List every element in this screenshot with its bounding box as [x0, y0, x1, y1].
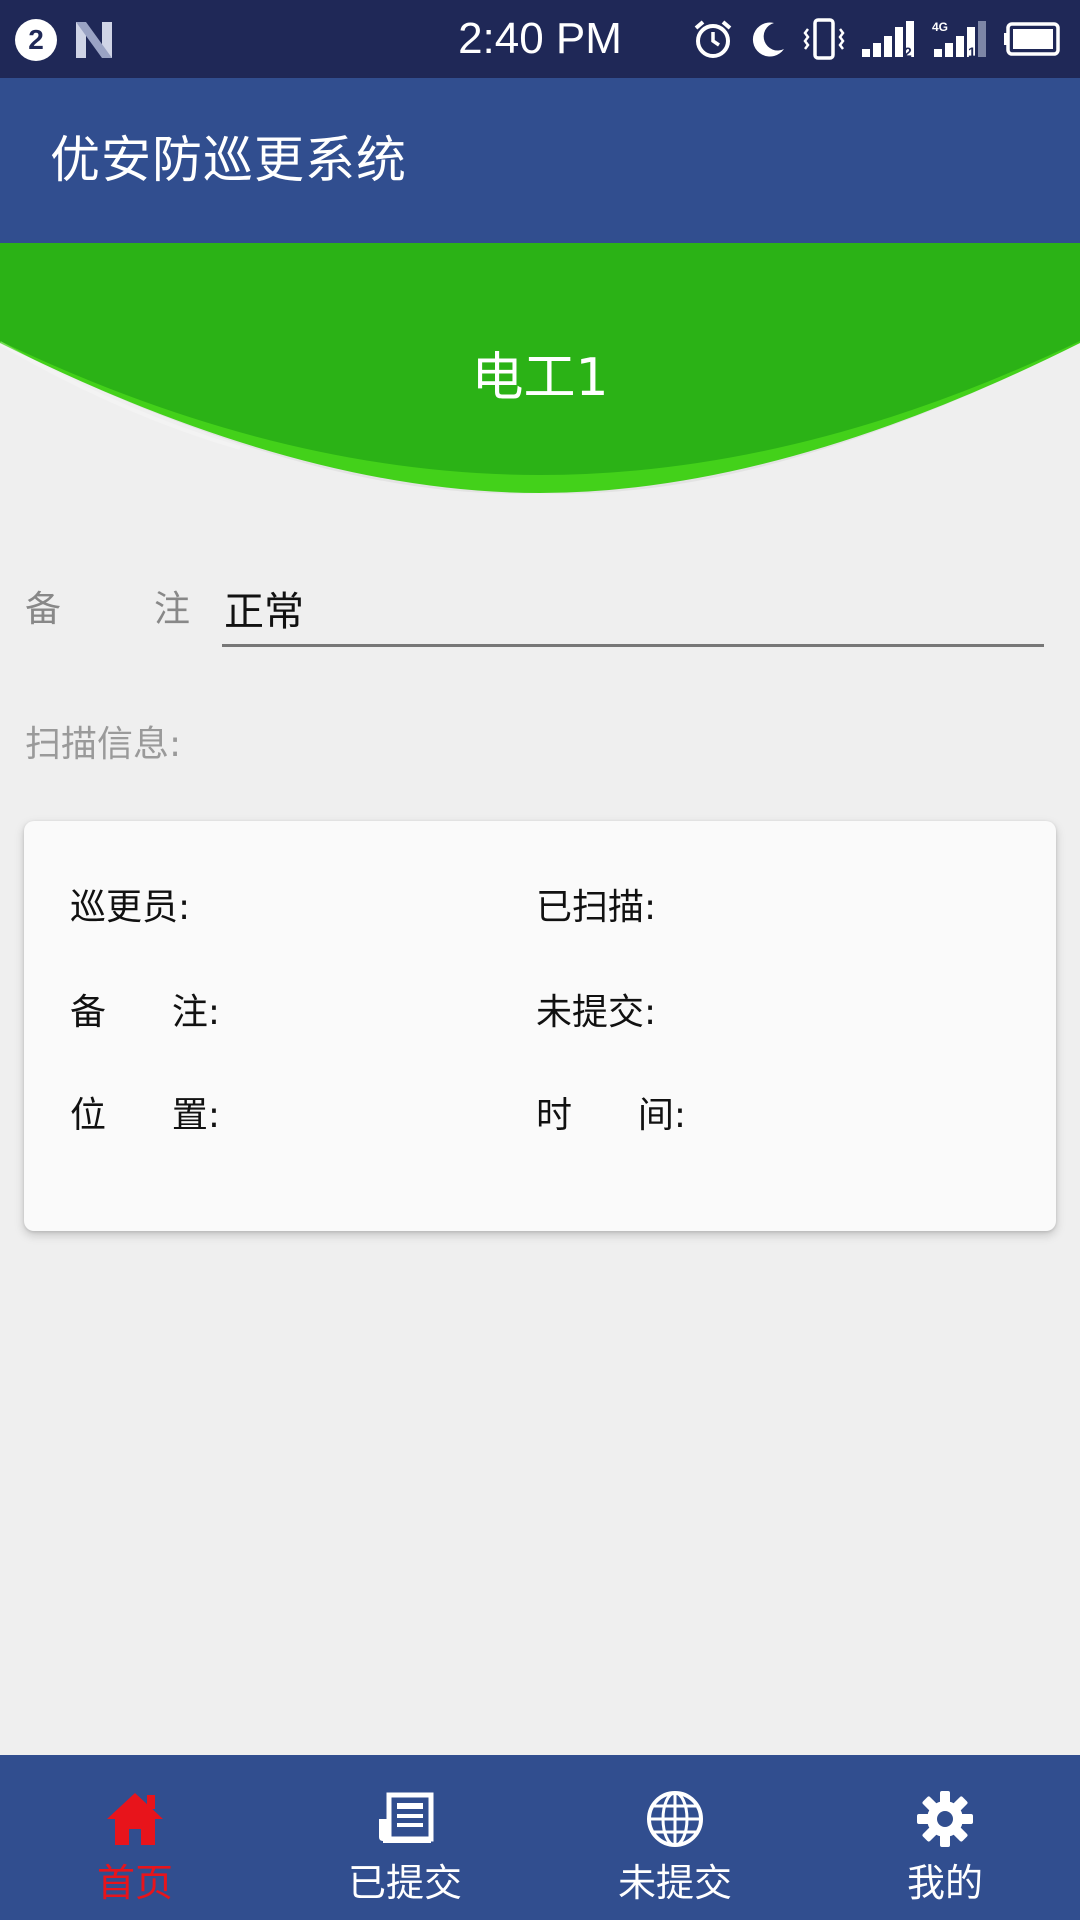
- scan-info-title: 扫描信息:: [25, 724, 182, 765]
- gear-icon: [917, 1791, 973, 1847]
- remark-input[interactable]: [222, 575, 1044, 641]
- scan-info-card: 巡更员: 已扫描: 备 注: 未提交: 位 置: 时 间:: [24, 821, 1056, 1231]
- header-banner: 电工1: [0, 243, 1080, 513]
- nav-mine[interactable]: 我的: [810, 1755, 1080, 1920]
- unsubmitted-label: 未提交:: [536, 992, 657, 1033]
- nav-submitted-label: 已提交: [347, 1861, 462, 1905]
- moon-icon: [752, 22, 784, 57]
- remark-label: 备 注: [25, 589, 190, 630]
- card-row: 备 注: 未提交:: [24, 983, 1056, 1043]
- status-icons: 2 4G 1: [692, 16, 1062, 62]
- signal-2-icon: 4G 1: [932, 20, 986, 59]
- svg-text:4G: 4G: [932, 20, 948, 34]
- nav-home[interactable]: 首页: [0, 1755, 270, 1920]
- alarm-icon: [694, 20, 732, 58]
- time-label: 时 间:: [536, 1095, 686, 1136]
- nav-mine-label: 我的: [906, 1861, 983, 1905]
- banner-title: 电工1: [471, 348, 609, 408]
- patroller-label: 巡更员:: [70, 887, 191, 928]
- location-label: 位 置:: [70, 1095, 220, 1136]
- nav-submitted[interactable]: 已提交: [270, 1755, 540, 1920]
- remark-field[interactable]: [222, 575, 1044, 647]
- nav-unsubmitted-label: 未提交: [617, 1861, 732, 1905]
- bottom-nav: 首页 已提交 未提交 我的: [0, 1755, 1080, 1920]
- signal-1-icon: 2: [862, 21, 914, 59]
- scanned-label: 已扫描:: [536, 887, 657, 928]
- svg-text:2: 2: [904, 44, 912, 59]
- card-row: 位 置: 时 间:: [24, 1086, 1056, 1146]
- card-row: 巡更员: 已扫描:: [24, 878, 1056, 938]
- battery-icon: [1004, 22, 1060, 56]
- nav-unsubmitted[interactable]: 未提交: [540, 1755, 810, 1920]
- screen: 2 2:40 PM 2 4G 1 优安防巡更系统 电工1 备 注 正常 扫描信息…: [0, 0, 1080, 1920]
- svg-text:1: 1: [968, 44, 976, 59]
- globe-icon: [647, 1791, 703, 1847]
- vibrate-icon: [803, 18, 845, 60]
- home-icon: [107, 1793, 163, 1845]
- remark-info-label: 备 注:: [70, 992, 220, 1033]
- document-icon: [379, 1792, 434, 1843]
- status-bar: 2 2:40 PM 2 4G 1: [0, 0, 1080, 78]
- nav-home-label: 首页: [96, 1861, 173, 1905]
- app-bar: 优安防巡更系统: [0, 78, 1080, 243]
- app-title: 优安防巡更系统: [50, 131, 407, 189]
